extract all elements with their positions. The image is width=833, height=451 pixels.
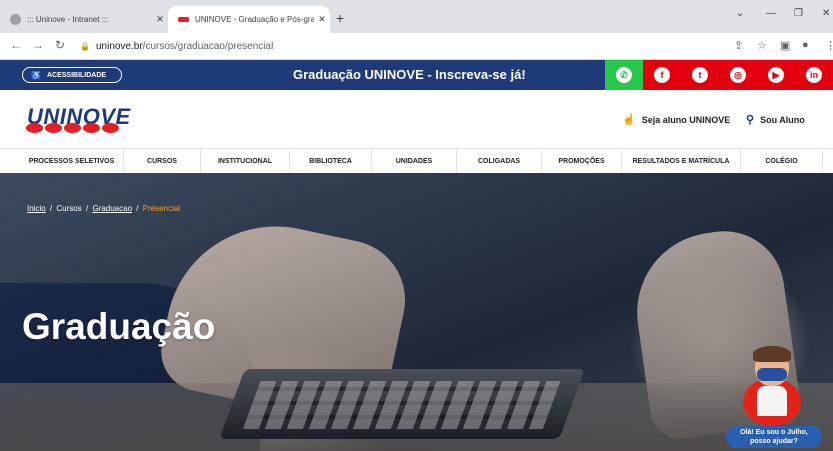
sou-aluno-link[interactable]: ⚲ Sou Aluno bbox=[746, 113, 805, 126]
close-window-icon[interactable]: ✕ bbox=[822, 8, 830, 19]
browser-tab-uninove[interactable]: UNINOVE - Graduação e Pós-gra ✕ bbox=[168, 6, 330, 33]
accessibility-button[interactable]: ♿ ACESSIBILIDADE bbox=[22, 67, 122, 83]
breadcrumb-cursos: Cursos bbox=[56, 204, 82, 213]
breadcrumb-graduacao[interactable]: Graduacao bbox=[92, 204, 132, 213]
site-top-bar: ♿ ACESSIBILIDADE Graduação UNINOVE - Ins… bbox=[0, 60, 833, 90]
linkedin-button[interactable]: in bbox=[795, 60, 833, 90]
maximize-icon[interactable]: ❐ bbox=[794, 8, 803, 19]
accessibility-label: ACESSIBILIDADE bbox=[46, 71, 107, 79]
breadcrumb: Inicio / Cursos / Graduacao / Presencial bbox=[27, 204, 181, 213]
share-icon[interactable]: ⇪ bbox=[734, 39, 743, 52]
nav-item-processos-seletivos[interactable]: PROCESSOS SELETIVOS bbox=[20, 149, 124, 174]
minimize-icon[interactable]: — bbox=[766, 8, 776, 19]
youtube-button[interactable]: ▶ bbox=[757, 60, 795, 90]
seja-aluno-link[interactable]: ☝ Seja aluno UNINOVE bbox=[622, 113, 730, 126]
breadcrumb-current: Presencial bbox=[142, 204, 181, 213]
tab-search-icon[interactable]: ⌄ bbox=[736, 8, 744, 19]
promo-banner-text[interactable]: Graduação UNINOVE - Inscreva-se já! bbox=[293, 67, 526, 82]
breadcrumb-home[interactable]: Inicio bbox=[27, 204, 46, 213]
lock-icon: 🔒 bbox=[80, 42, 90, 51]
close-tab-icon[interactable]: ✕ bbox=[152, 14, 168, 25]
tab-title: ::: Uninove - Intranet ::: bbox=[27, 15, 109, 24]
menu-kebab-icon[interactable]: ⋮ bbox=[825, 39, 833, 52]
whatsapp-icon: ✆ bbox=[616, 67, 632, 83]
nav-item-colegio[interactable]: COLÉGIO bbox=[741, 149, 823, 174]
instagram-button[interactable]: ◎ bbox=[719, 60, 757, 90]
hero-banner: Inicio / Cursos / Graduacao / Presencial… bbox=[0, 173, 833, 451]
nav-item-promocoes[interactable]: PROMOÇÕES bbox=[542, 149, 622, 174]
facebook-icon: f bbox=[654, 67, 670, 83]
twitter-button[interactable]: t bbox=[681, 60, 719, 90]
nav-item-resultados-matricula[interactable]: RESULTADOS E MATRÍCULA bbox=[622, 149, 741, 174]
facebook-button[interactable]: f bbox=[643, 60, 681, 90]
nav-item-cursos[interactable]: CURSOS bbox=[124, 149, 201, 174]
browser-tab-strip: ::: Uninove - Intranet ::: ✕ UNINOVE - G… bbox=[0, 0, 833, 33]
chat-help-label[interactable]: Olá! Eu sou o Julho, posso ajudar? bbox=[726, 426, 822, 448]
hero-image-calculator bbox=[219, 369, 585, 439]
nav-item-institucional[interactable]: INSTITUCIONAL bbox=[201, 149, 290, 174]
whatsapp-button[interactable]: ✆ bbox=[605, 60, 643, 90]
twitter-icon: t bbox=[692, 67, 708, 83]
accessibility-icon: ♿ bbox=[31, 70, 41, 80]
uninove-favicon-icon bbox=[178, 17, 189, 22]
url-path: /cursos/graduacao/presencial bbox=[142, 41, 274, 52]
nav-item-coligadas[interactable]: COLIGADAS bbox=[457, 149, 542, 174]
forward-icon[interactable]: → bbox=[32, 38, 44, 52]
side-panel-icon[interactable]: ▣ bbox=[780, 39, 790, 52]
back-icon[interactable]: ← bbox=[10, 38, 22, 52]
tab-title: UNINOVE - Graduação e Pós-gra bbox=[195, 15, 314, 24]
nav-item-unidades[interactable]: UNIDADES bbox=[372, 149, 457, 174]
browser-tab-intranet[interactable]: ::: Uninove - Intranet ::: ✕ bbox=[0, 6, 168, 33]
close-tab-icon[interactable]: ✕ bbox=[314, 14, 330, 25]
sou-aluno-label: Sou Aluno bbox=[760, 114, 805, 125]
main-nav: PROCESSOS SELETIVOS CURSOS INSTITUCIONAL… bbox=[0, 148, 833, 174]
seja-aluno-label: Seja aluno UNINOVE bbox=[641, 114, 731, 125]
profile-icon[interactable]: ● bbox=[802, 39, 809, 51]
page-title: Graduação bbox=[22, 306, 216, 347]
youtube-icon: ▶ bbox=[768, 67, 784, 83]
pointer-hand-icon: ☝ bbox=[622, 114, 636, 126]
instagram-icon: ◎ bbox=[730, 67, 746, 83]
url-host: uninove.br bbox=[95, 41, 143, 52]
logo-dots bbox=[26, 123, 119, 133]
globe-icon bbox=[10, 14, 21, 25]
chat-mascot-button[interactable] bbox=[743, 346, 801, 428]
new-tab-button[interactable]: + bbox=[336, 10, 344, 26]
address-bar[interactable]: 🔒 uninove.br/cursos/graduacao/presencial bbox=[80, 36, 720, 57]
site-header: UNINOVE ☝ Seja aluno UNINOVE ⚲ Sou Aluno bbox=[0, 90, 833, 148]
bookmark-star-icon[interactable]: ☆ bbox=[757, 39, 767, 52]
browser-toolbar: ← → ↻ 🔒 uninove.br/cursos/graduacao/pres… bbox=[0, 33, 833, 60]
linkedin-icon: in bbox=[806, 67, 822, 83]
nav-item-biblioteca[interactable]: BIBLIOTECA bbox=[290, 149, 372, 174]
user-icon: ⚲ bbox=[746, 114, 755, 126]
reload-icon[interactable]: ↻ bbox=[55, 38, 65, 52]
